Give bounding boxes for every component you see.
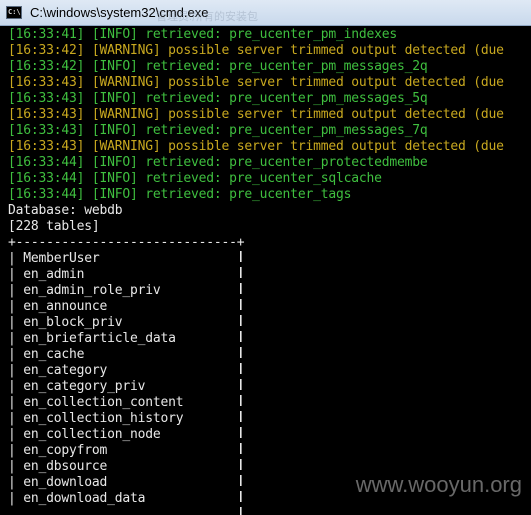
log-line: [16:33:44] [INFO] retrieved: pre_ucenter…: [8, 187, 352, 202]
table-name: en_collection_content: [23, 395, 184, 410]
log-line: [16:33:44] [INFO] retrieved: pre_ucenter…: [8, 171, 382, 186]
table-name: en_announce: [23, 299, 108, 314]
cmd-window-icon[interactable]: C:\: [6, 6, 22, 19]
tables-count-line: [228 tables]: [8, 219, 100, 234]
database-line: Database: webdb: [8, 203, 123, 218]
table-row: | en_download_data: [8, 491, 146, 506]
log-line: [16:33:43] [INFO] retrieved: pre_ucenter…: [8, 91, 428, 106]
table-name: en_admin_role_priv: [23, 283, 161, 298]
table-row: | en_cache: [8, 347, 85, 362]
table-name: en_dbsource: [23, 459, 108, 474]
log-line: [16:33:42] [INFO] retrieved: pre_ucenter…: [8, 59, 428, 74]
log-line: [16:33:42] [WARNING] possible server tri…: [8, 43, 504, 58]
table-row: | en_briefarticle_data: [8, 331, 176, 346]
table-name: en_download: [23, 475, 108, 490]
table-name: en_cache: [23, 347, 85, 362]
table-row: | en_category: [8, 363, 108, 378]
table-row: | en_admin: [8, 267, 85, 282]
table-row: | en_announce: [8, 299, 108, 314]
log-line: [16:33:43] [INFO] retrieved: pre_ucenter…: [8, 123, 428, 138]
table-name: en_download_data: [23, 491, 146, 506]
table-name: en_collection_history: [23, 411, 184, 426]
log-line: [16:33:41] [INFO] retrieved: pre_ucenter…: [8, 27, 397, 42]
table-name: en_briefarticle_data: [23, 331, 176, 346]
log-line: [16:33:43] [WARNING] possible server tri…: [8, 107, 504, 122]
faded-overlay-text: 管理员:所有的安装包: [156, 11, 259, 23]
watermark: www.wooyun.org: [355, 472, 522, 497]
window-titlebar[interactable]: C:\ C:\windows\system32\cmd.exe 管理员:所有的安…: [0, 0, 531, 26]
table-right-border: [240, 251, 242, 515]
log-line: [16:33:43] [WARNING] possible server tri…: [8, 75, 504, 90]
table-name: en_block_priv: [23, 315, 123, 330]
table-top-border: +-----------------------------+: [8, 235, 245, 250]
table-row: | en_collection_content: [8, 395, 184, 410]
table-row: | en_collection_history: [8, 411, 184, 426]
table-row: | en_download: [8, 475, 108, 490]
console-output[interactable]: [16:33:41] [INFO] retrieved: pre_ucenter…: [0, 27, 531, 515]
table-row: | en_copyfrom: [8, 443, 108, 458]
table-name: en_copyfrom: [23, 443, 108, 458]
table-row: | en_collection_node: [8, 427, 161, 442]
table-name: en_admin: [23, 267, 85, 282]
table-name: en_category_priv: [23, 379, 146, 394]
table-row: | en_block_priv: [8, 315, 123, 330]
table-row: | MemberUser: [8, 251, 100, 266]
log-line: [16:33:44] [INFO] retrieved: pre_ucenter…: [8, 155, 428, 170]
table-row: | en_dbsource: [8, 459, 108, 474]
table-row: | en_admin_role_priv: [8, 283, 161, 298]
log-line: [16:33:43] [WARNING] possible server tri…: [8, 139, 504, 154]
table-name: en_category: [23, 363, 108, 378]
table-name: en_collection_node: [23, 427, 161, 442]
table-name: MemberUser: [23, 251, 100, 266]
table-row: | en_category_priv: [8, 379, 146, 394]
